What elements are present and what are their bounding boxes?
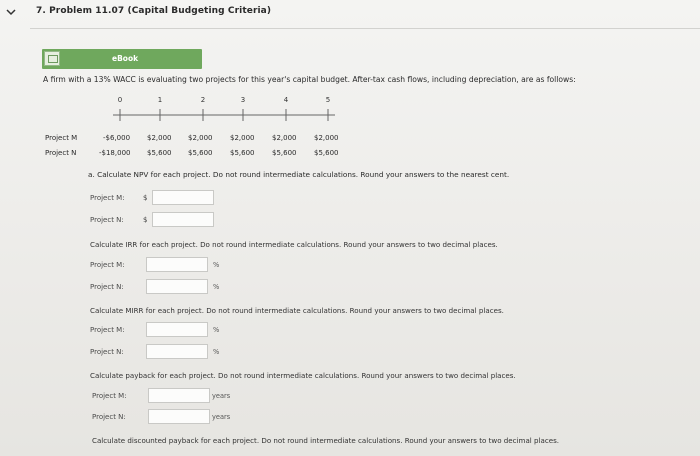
irr-m-unit: % [213, 261, 220, 269]
payback-instruction: Calculate payback for each project. Do n… [90, 371, 516, 380]
project-n-flow-3: $5,600 [230, 149, 255, 157]
project-m-flow-1: $2,000 [147, 134, 172, 142]
project-n-name: Project N [45, 149, 77, 157]
ebook-label: eBook [112, 54, 139, 63]
divider [30, 28, 700, 29]
discounted-payback-instruction: Calculate discounted payback for each pr… [92, 436, 560, 445]
npv-project-n-label: Project N: [90, 216, 124, 224]
timeline-axis [113, 109, 335, 121]
mirr-m-unit: % [213, 326, 220, 334]
project-n-row: Project N -$18,000 $5,600 $5,600 $5,600 … [45, 149, 365, 159]
project-n-flow-2: $5,600 [188, 149, 213, 157]
project-m-row: Project M -$6,000 $2,000 $2,000 $2,000 $… [45, 134, 365, 144]
project-n-flow-1: $5,600 [147, 149, 172, 157]
part-a-instruction: a. Calculate NPV for each project. Do no… [88, 170, 510, 179]
mirr-project-n-label: Project N: [90, 348, 124, 356]
irr-project-m-label: Project M: [90, 261, 125, 269]
project-m-name: Project M [45, 134, 78, 142]
problem-title: 7. Problem 11.07 (Capital Budgeting Crit… [36, 6, 272, 16]
book-icon [44, 51, 60, 66]
project-n-flow-5: $5,600 [314, 149, 339, 157]
irr-instruction: Calculate IRR for each project. Do not r… [90, 240, 498, 249]
project-m-flow-2: $2,000 [188, 134, 213, 142]
project-m-flow-3: $2,000 [230, 134, 255, 142]
chevron-down-icon[interactable] [6, 7, 16, 17]
npv-project-m-input[interactable] [152, 190, 214, 205]
mirr-project-m-label: Project M: [90, 326, 125, 334]
problem-page: 7. Problem 11.07 (Capital Budgeting Crit… [0, 0, 700, 456]
payback-project-m-input[interactable] [148, 388, 210, 403]
payback-project-m-label: Project M: [92, 392, 127, 400]
payback-n-unit: years [212, 413, 231, 421]
mirr-project-n-input[interactable] [146, 344, 208, 359]
npv-project-m-label: Project M: [90, 194, 125, 202]
npv-m-currency: $ [143, 194, 148, 202]
project-m-flow-5: $2,000 [314, 134, 339, 142]
irr-project-n-label: Project N: [90, 283, 124, 291]
mirr-instruction: Calculate MIRR for each project. Do not … [90, 306, 504, 315]
problem-intro: A firm with a 13% WACC is evaluating two… [43, 75, 576, 84]
npv-project-n-input[interactable] [152, 212, 214, 227]
npv-n-currency: $ [143, 216, 148, 224]
payback-m-unit: years [212, 392, 231, 400]
irr-n-unit: % [213, 283, 220, 291]
mirr-project-m-input[interactable] [146, 322, 208, 337]
irr-project-n-input[interactable] [146, 279, 208, 294]
irr-project-m-input[interactable] [146, 257, 208, 272]
payback-project-n-label: Project N: [92, 413, 126, 421]
mirr-n-unit: % [213, 348, 220, 356]
project-n-flow-4: $5,600 [272, 149, 297, 157]
project-n-flow-0: -$18,000 [99, 149, 131, 157]
project-m-flow-0: -$6,000 [103, 134, 131, 142]
project-m-flow-4: $2,000 [272, 134, 297, 142]
payback-project-n-input[interactable] [148, 409, 210, 424]
cash-flow-timeline: 0 1 2 3 4 5 [95, 90, 365, 130]
